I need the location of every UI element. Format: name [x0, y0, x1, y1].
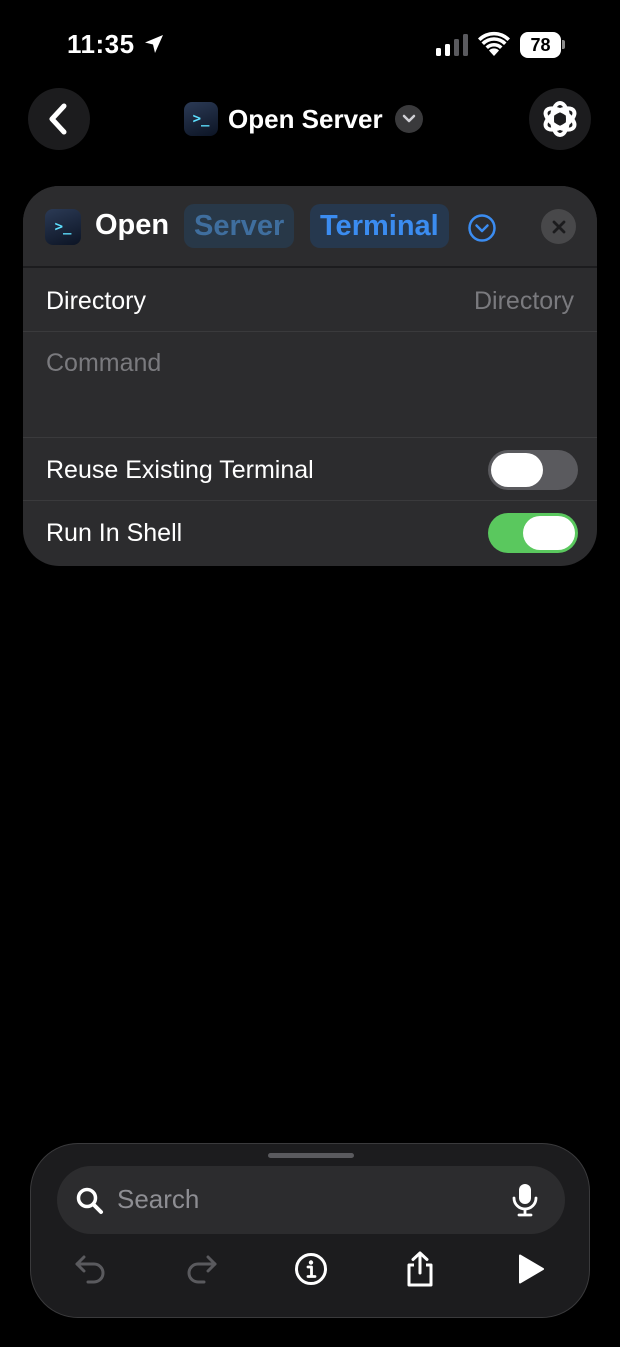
toggle-knob — [491, 453, 543, 487]
wifi-icon — [478, 31, 510, 56]
action-header: >_ Open Server Terminal — [23, 186, 597, 268]
search-input[interactable]: Search — [57, 1166, 565, 1234]
undo-button[interactable] — [71, 1249, 111, 1289]
share-button[interactable] — [400, 1249, 440, 1289]
shortcut-title-menu[interactable]: >_ Open Server — [184, 100, 423, 138]
share-icon — [407, 1251, 433, 1287]
chevron-down-circle-icon[interactable] — [467, 213, 497, 243]
close-icon — [552, 220, 565, 233]
run-in-shell-toggle[interactable] — [488, 513, 578, 553]
action-search-sheet: Search — [30, 1143, 590, 1318]
battery-icon: 78 — [520, 32, 565, 58]
action-verb: Open — [95, 209, 170, 241]
reuse-terminal-label: Reuse Existing Terminal — [46, 456, 314, 484]
directory-field[interactable]: Directory — [474, 287, 574, 316]
terminal-parameter-token[interactable]: Terminal — [310, 204, 449, 248]
back-button[interactable] — [28, 88, 90, 150]
location-arrow-icon — [145, 35, 163, 53]
toggle-knob — [523, 516, 575, 550]
status-bar: 11:35 78 — [0, 0, 620, 90]
remove-action-button[interactable] — [541, 209, 576, 244]
directory-label: Directory — [46, 287, 147, 315]
search-placeholder: Search — [117, 1184, 200, 1214]
command-field[interactable]: Command — [23, 332, 597, 438]
directory-row[interactable]: Directory Directory — [23, 270, 597, 332]
terminal-app-icon: >_ — [184, 102, 218, 136]
info-button[interactable] — [291, 1249, 331, 1289]
sheet-grabber[interactable] — [268, 1153, 354, 1158]
reuse-terminal-toggle[interactable] — [488, 450, 578, 490]
cellular-signal-icon — [436, 34, 468, 56]
shortcut-settings-icon — [543, 101, 577, 137]
redo-button[interactable] — [181, 1249, 221, 1289]
run-shortcut-button[interactable] — [511, 1249, 551, 1289]
shortcut-title: Open Server — [228, 103, 383, 134]
battery-level: 78 — [520, 32, 561, 58]
search-icon — [76, 1187, 103, 1214]
shortcut-settings-button[interactable] — [529, 88, 591, 150]
chevron-left-icon — [49, 103, 67, 135]
battery-tip — [562, 40, 565, 49]
info-icon — [295, 1253, 327, 1285]
terminal-app-icon: >_ — [45, 209, 81, 245]
server-parameter-token[interactable]: Server — [184, 204, 295, 248]
undo-icon — [75, 1255, 105, 1284]
redo-icon — [187, 1255, 217, 1284]
open-terminal-action-card: >_ Open Server Terminal Directory Direct… — [23, 186, 597, 566]
status-time: 11:35 — [67, 29, 135, 59]
run-in-shell-label: Run In Shell — [46, 519, 183, 547]
play-icon — [519, 1254, 544, 1284]
chevron-down-icon — [394, 105, 423, 133]
command-placeholder: Command — [46, 349, 162, 377]
microphone-icon[interactable] — [511, 1183, 539, 1217]
